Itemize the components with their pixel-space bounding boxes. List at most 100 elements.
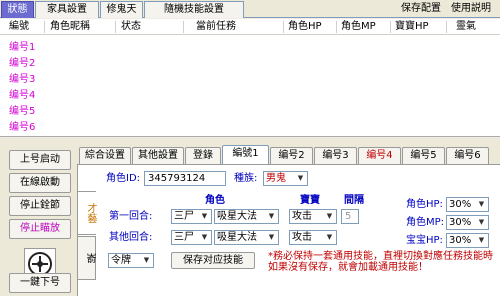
character-table: 編號 角色昵稱 状态 當前任務 角色HP 角色MP 寶寶HP 靈氣 编号1 编号…	[0, 19, 500, 137]
tab-account-6[interactable]: 编号6	[446, 147, 489, 164]
row-id: 编号6	[9, 122, 36, 133]
column-header-pet-hp[interactable]: 寶寶HP	[395, 19, 429, 35]
chevron-down-icon: ▼	[326, 212, 333, 220]
stop-release-button[interactable]: 停止瞄放	[9, 219, 71, 239]
column-header-hp[interactable]: 角色HP	[288, 19, 322, 35]
top-tab-random-skill[interactable]: 隨機技能設置	[144, 1, 244, 18]
table-row[interactable]: 编号5	[0, 104, 500, 119]
row-id: 编号3	[9, 74, 36, 85]
tab-account-4[interactable]: 编号4	[358, 147, 401, 164]
round2-skill-value: 吸星大法	[217, 232, 257, 243]
tab-login[interactable]: 登錄	[185, 147, 221, 164]
row-id: 编号2	[9, 58, 36, 69]
help-link[interactable]: 使用説明	[451, 2, 491, 16]
control-area: 上号启动 在線啟動 停止銓節 停止瞄放 一鍵下号 綜合设置 其他設置 登錄 編號…	[0, 138, 500, 296]
token-value: 令牌	[111, 255, 131, 266]
chevron-down-icon: ▼	[268, 212, 275, 220]
round1-pet-action-value: 攻击	[292, 211, 312, 222]
role-id-label: 角色ID:	[106, 173, 141, 184]
vertical-tab-other-label: 嵛	[84, 253, 95, 263]
chevron-down-icon: ▼	[326, 233, 333, 241]
chevron-down-icon: ▼	[297, 174, 304, 182]
column-separator	[115, 21, 116, 33]
column-separator	[446, 21, 447, 33]
table-row[interactable]: 编号1	[0, 40, 500, 55]
interval-column-header: 間隔	[344, 195, 364, 206]
round1-label: 第一回合:	[109, 211, 153, 222]
tab-other-settings[interactable]: 其他設置	[132, 147, 184, 164]
top-tab-ghost[interactable]: 修鬼天	[100, 1, 143, 18]
vertical-tab-other[interactable]: 嵛	[78, 236, 96, 280]
pet-hp-select[interactable]: 30% ▼	[446, 233, 489, 248]
row-id: 编号1	[9, 42, 36, 53]
column-header-status[interactable]: 状态	[121, 19, 141, 35]
role-hp-label: 角色HP:	[406, 199, 443, 210]
vertical-tab-skills-label: 才藝	[85, 203, 96, 223]
round2-label: 其他回合:	[109, 232, 153, 243]
top-tab-bar: 狀態 家具設置 修鬼天 隨機技能設置 保存配置 使用説明	[0, 0, 500, 18]
tab-account-1[interactable]: 編號1	[222, 145, 269, 165]
role-hp-value: 30%	[449, 199, 472, 210]
chevron-down-icon: ▼	[201, 212, 208, 220]
round2-pet-action-select[interactable]: 攻击 ▼	[289, 230, 337, 245]
chevron-down-icon: ▼	[143, 256, 150, 264]
column-header-task[interactable]: 當前任務	[196, 19, 236, 35]
column-header-id[interactable]: 編號	[9, 19, 29, 35]
role-column-header: 角色	[205, 195, 225, 206]
race-select[interactable]: 男鬼 ▼	[263, 171, 308, 186]
role-id-field[interactable]: 345793124	[144, 171, 226, 186]
top-tab-status[interactable]: 狀態	[1, 1, 34, 18]
one-key-logout-button[interactable]: 一鍵下号	[9, 273, 71, 293]
table-row[interactable]: 编号6	[0, 120, 500, 135]
vertical-tab-skills[interactable]: 才藝	[78, 191, 96, 235]
chevron-down-icon: ▼	[201, 233, 208, 241]
column-header-mp[interactable]: 角色MP	[341, 19, 376, 35]
row-id: 编号5	[9, 106, 36, 117]
save-skill-button[interactable]: 保存对应技能	[171, 252, 255, 269]
round1-target-select[interactable]: 三尸 ▼	[171, 209, 212, 224]
pet-hp-label: 宝宝HP:	[406, 235, 443, 246]
account-panel: 角色ID: 345793124 種族: 男鬼 ▼ 才藝 嵛 角色 寶寶 間隔 第…	[77, 164, 500, 296]
round2-pet-action-value: 攻击	[292, 232, 312, 243]
column-header-nickname[interactable]: 角色昵稱	[50, 19, 90, 35]
tab-account-3[interactable]: 编号3	[314, 147, 357, 164]
chevron-down-icon: ▼	[478, 236, 485, 244]
role-hp-select[interactable]: 30% ▼	[446, 197, 489, 212]
chevron-down-icon: ▼	[478, 200, 485, 208]
race-value: 男鬼	[266, 173, 286, 184]
role-mp-label: 角色MP:	[406, 217, 445, 228]
table-header: 編號 角色昵稱 状态 當前任務 角色HP 角色MP 寶寶HP 靈氣	[0, 19, 500, 35]
table-row[interactable]: 编号2	[0, 56, 500, 71]
stop-button[interactable]: 停止銓節	[9, 196, 71, 216]
round2-skill-select[interactable]: 吸星大法 ▼	[214, 230, 279, 245]
chevron-down-icon: ▼	[478, 218, 485, 226]
round1-target-value: 三尸	[174, 211, 194, 222]
round1-skill-value: 吸星大法	[217, 211, 257, 222]
token-select[interactable]: 令牌 ▼	[108, 253, 154, 268]
pet-hp-value: 30%	[449, 235, 472, 246]
tab-account-5[interactable]: 编号5	[402, 147, 445, 164]
top-tab-furniture[interactable]: 家具設置	[35, 1, 99, 18]
tab-account-2[interactable]: 编号2	[270, 147, 313, 164]
start-login-button[interactable]: 上号启动	[9, 150, 71, 170]
save-config-link[interactable]: 保存配置	[401, 2, 441, 16]
pet-column-header: 寶寶	[300, 195, 320, 206]
chevron-down-icon: ▼	[268, 233, 275, 241]
column-separator	[336, 21, 337, 33]
column-separator	[390, 21, 391, 33]
column-header-aura[interactable]: 靈氣	[456, 19, 476, 35]
table-row[interactable]: 编号4	[0, 88, 500, 103]
round2-target-select[interactable]: 三尸 ▼	[171, 230, 212, 245]
round1-skill-select[interactable]: 吸星大法 ▼	[214, 209, 279, 224]
round1-pet-action-select[interactable]: 攻击 ▼	[289, 209, 337, 224]
race-label: 種族:	[234, 173, 258, 184]
skill-warning-text: *務必保持一套通用技能，直裡切換對應任務技能時如果沒有保存，就會加載通用技能！	[268, 251, 493, 273]
table-row[interactable]: 编号3	[0, 72, 500, 87]
column-separator	[44, 21, 45, 33]
role-mp-select[interactable]: 30% ▼	[446, 215, 489, 230]
tab-general-settings[interactable]: 綜合设置	[79, 147, 131, 164]
role-mp-value: 30%	[449, 217, 472, 228]
round2-target-value: 三尸	[174, 232, 194, 243]
online-start-button[interactable]: 在線啟動	[9, 173, 71, 193]
round1-interval-input[interactable]: 5	[341, 209, 359, 224]
